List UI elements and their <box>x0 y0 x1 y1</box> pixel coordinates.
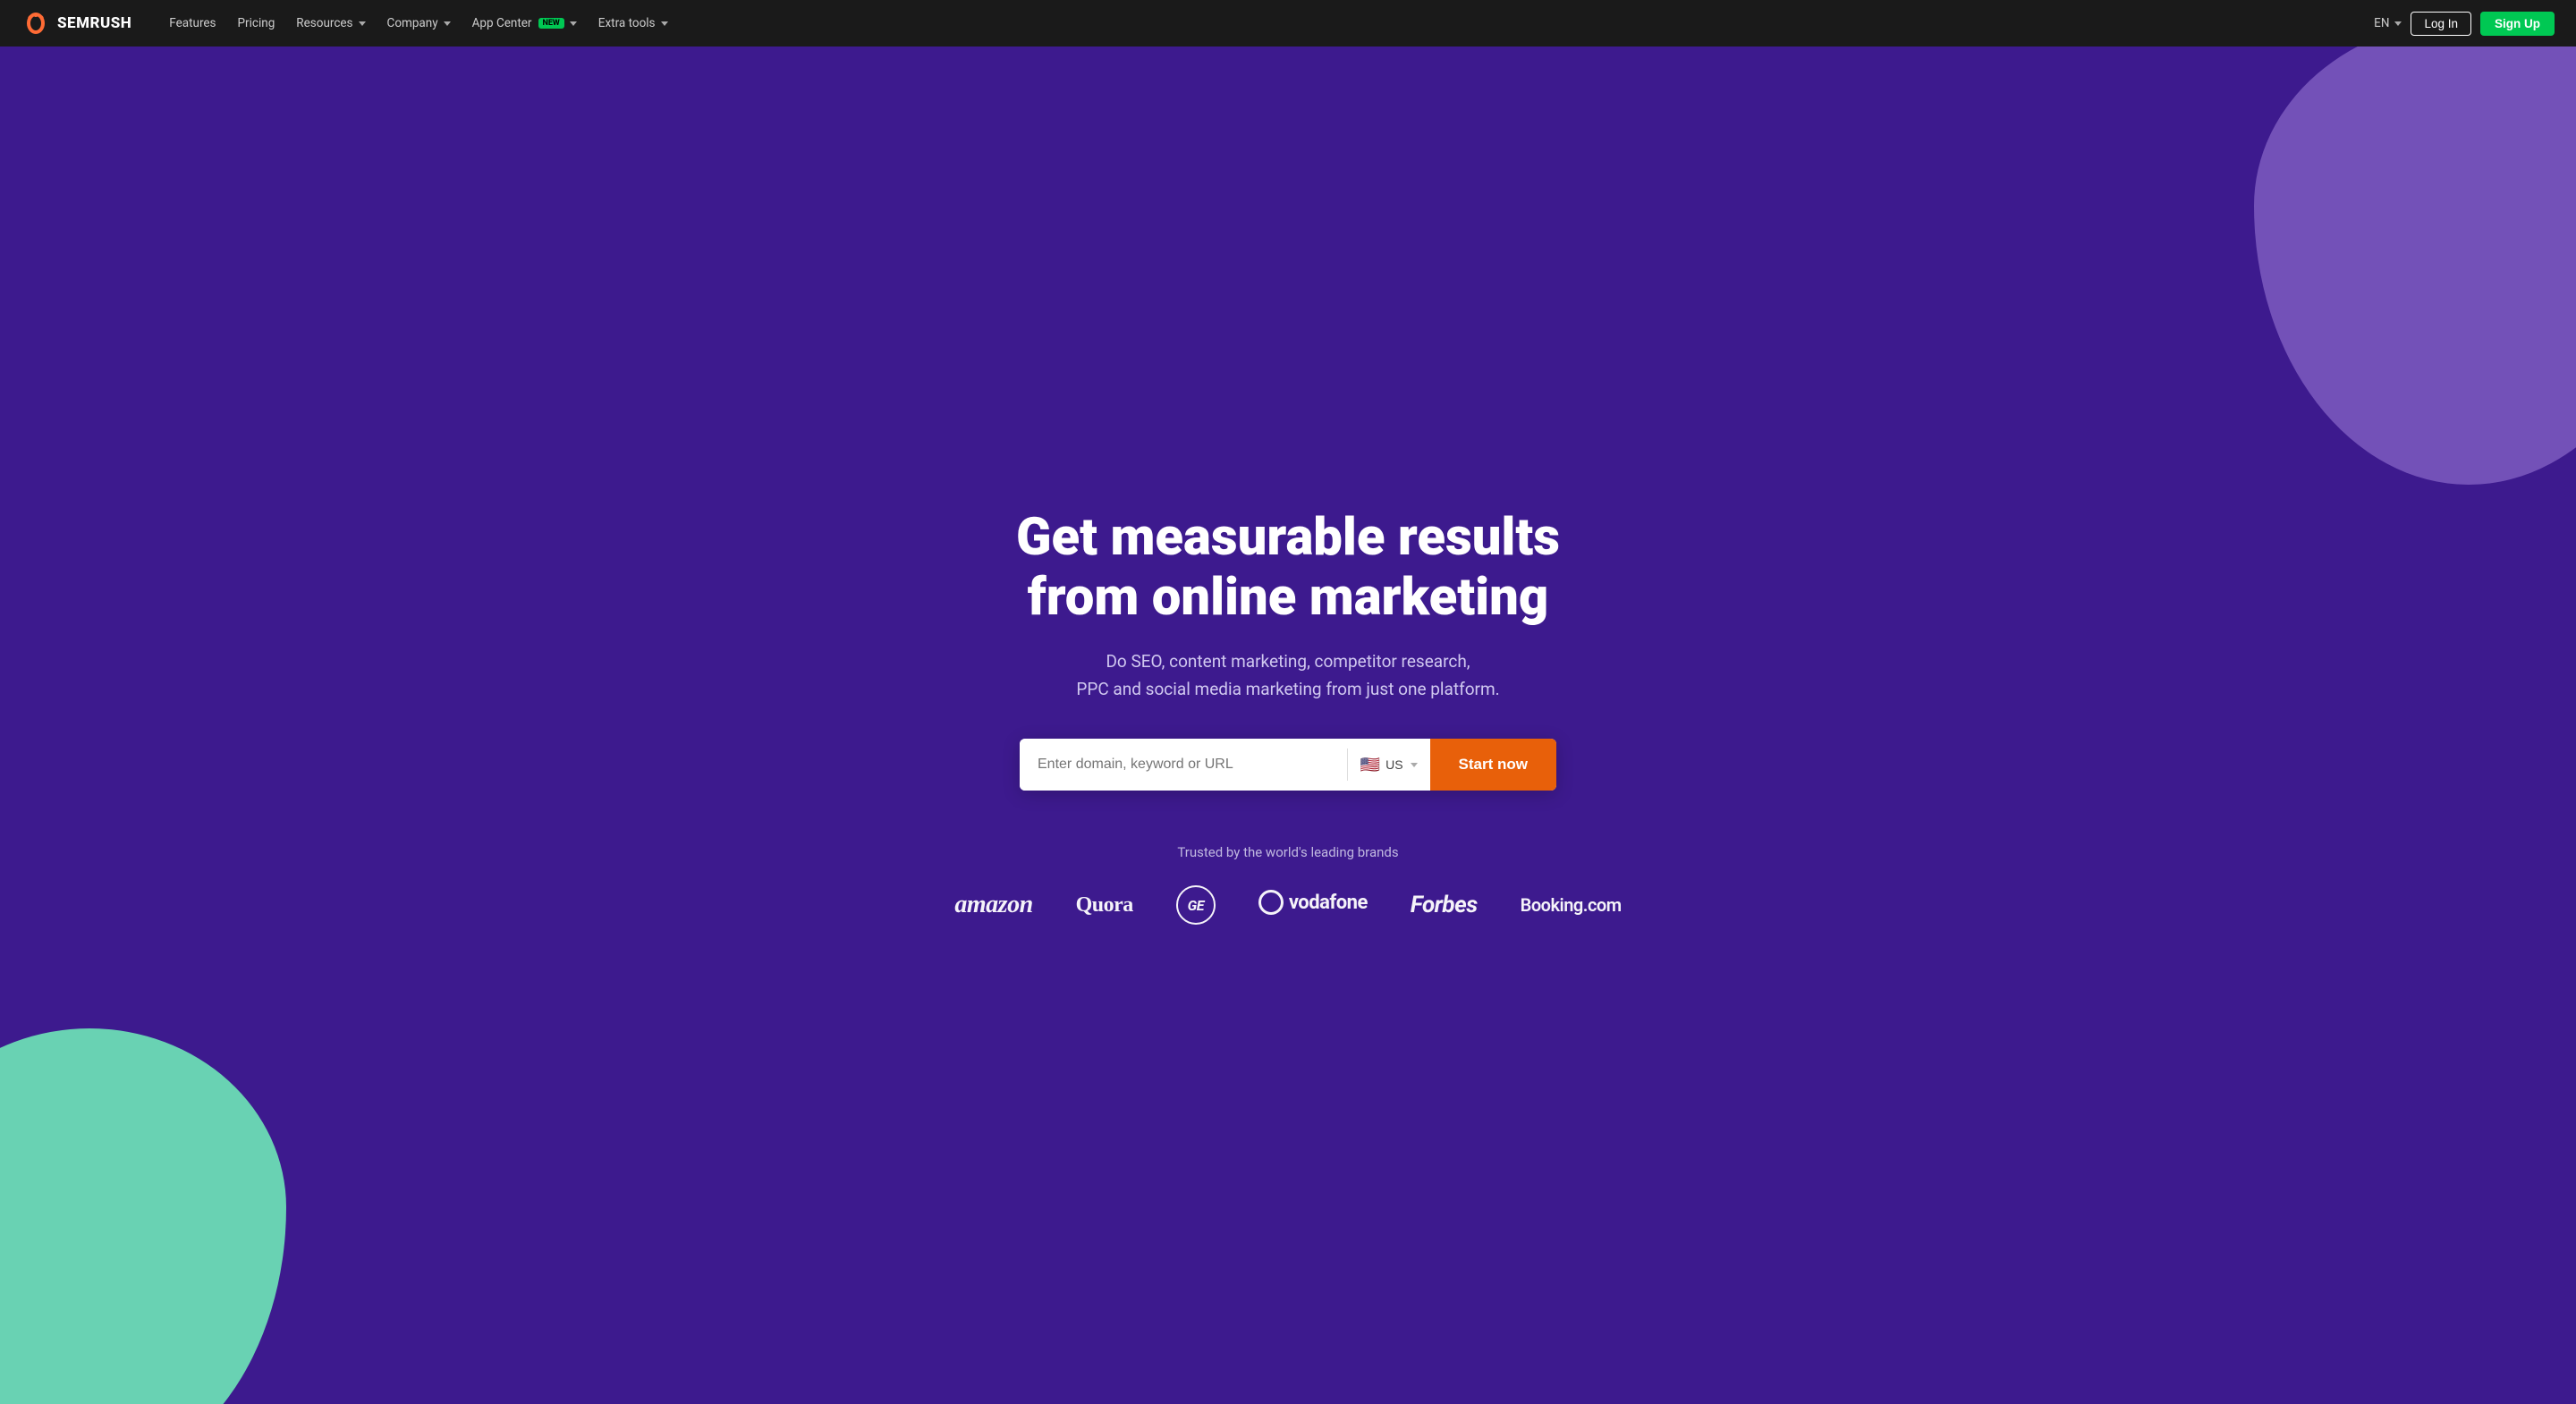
chevron-down-icon <box>444 21 451 26</box>
chevron-down-icon <box>1411 763 1418 767</box>
signup-button[interactable]: Sign Up <box>2480 12 2555 36</box>
new-badge: NEW <box>538 18 564 29</box>
quora-logo: Quora <box>1076 893 1133 918</box>
flag-icon: 🇺🇸 <box>1360 756 1380 774</box>
search-bar: 🇺🇸 US Start now <box>1020 739 1556 791</box>
chevron-down-icon <box>661 21 668 26</box>
logo[interactable]: SEMRUSH <box>21 9 131 38</box>
vodafone-logo: vodafone <box>1258 890 1368 920</box>
booking-logo: Booking.com <box>1521 894 1622 916</box>
purple-blob-decoration <box>2254 47 2576 485</box>
nav-links: Features Pricing Resources Company App C… <box>160 11 2374 36</box>
nav-resources[interactable]: Resources <box>287 11 374 36</box>
nav-pricing[interactable]: Pricing <box>229 11 284 36</box>
start-now-button[interactable]: Start now <box>1430 739 1556 791</box>
country-selector[interactable]: 🇺🇸 US <box>1348 739 1430 791</box>
vodafone-circle-icon <box>1258 890 1284 915</box>
hero-subtitle: Do SEO, content marketing, competitor re… <box>1038 648 1538 703</box>
brand-logos: amazon Quora GE vodafone Forbes Booking.… <box>954 885 1621 925</box>
green-blob-decoration <box>0 1028 286 1404</box>
nav-app-center[interactable]: App Center NEW <box>463 11 586 36</box>
nav-features[interactable]: Features <box>160 11 225 36</box>
navbar: SEMRUSH Features Pricing Resources Compa… <box>0 0 2576 47</box>
nav-right: EN Log In Sign Up <box>2374 12 2555 36</box>
trusted-label: Trusted by the world's leading brands <box>954 844 1621 860</box>
hero-title: Get measurable results from online marke… <box>954 508 1621 627</box>
search-input[interactable] <box>1020 739 1347 791</box>
chevron-down-icon <box>2394 21 2402 26</box>
ge-logo: GE <box>1176 885 1216 925</box>
amazon-logo: amazon <box>954 891 1032 919</box>
login-button[interactable]: Log In <box>2411 12 2471 36</box>
nav-company[interactable]: Company <box>378 11 460 36</box>
chevron-down-icon <box>359 21 366 26</box>
logo-text: SEMRUSH <box>57 14 131 32</box>
forbes-logo: Forbes <box>1411 892 1478 918</box>
language-selector[interactable]: EN <box>2374 16 2402 30</box>
chevron-down-icon <box>570 21 577 26</box>
nav-extra-tools[interactable]: Extra tools <box>589 11 677 36</box>
hero-content: Get measurable results from online marke… <box>954 508 1621 925</box>
hero-section: Get measurable results from online marke… <box>0 47 2576 1404</box>
